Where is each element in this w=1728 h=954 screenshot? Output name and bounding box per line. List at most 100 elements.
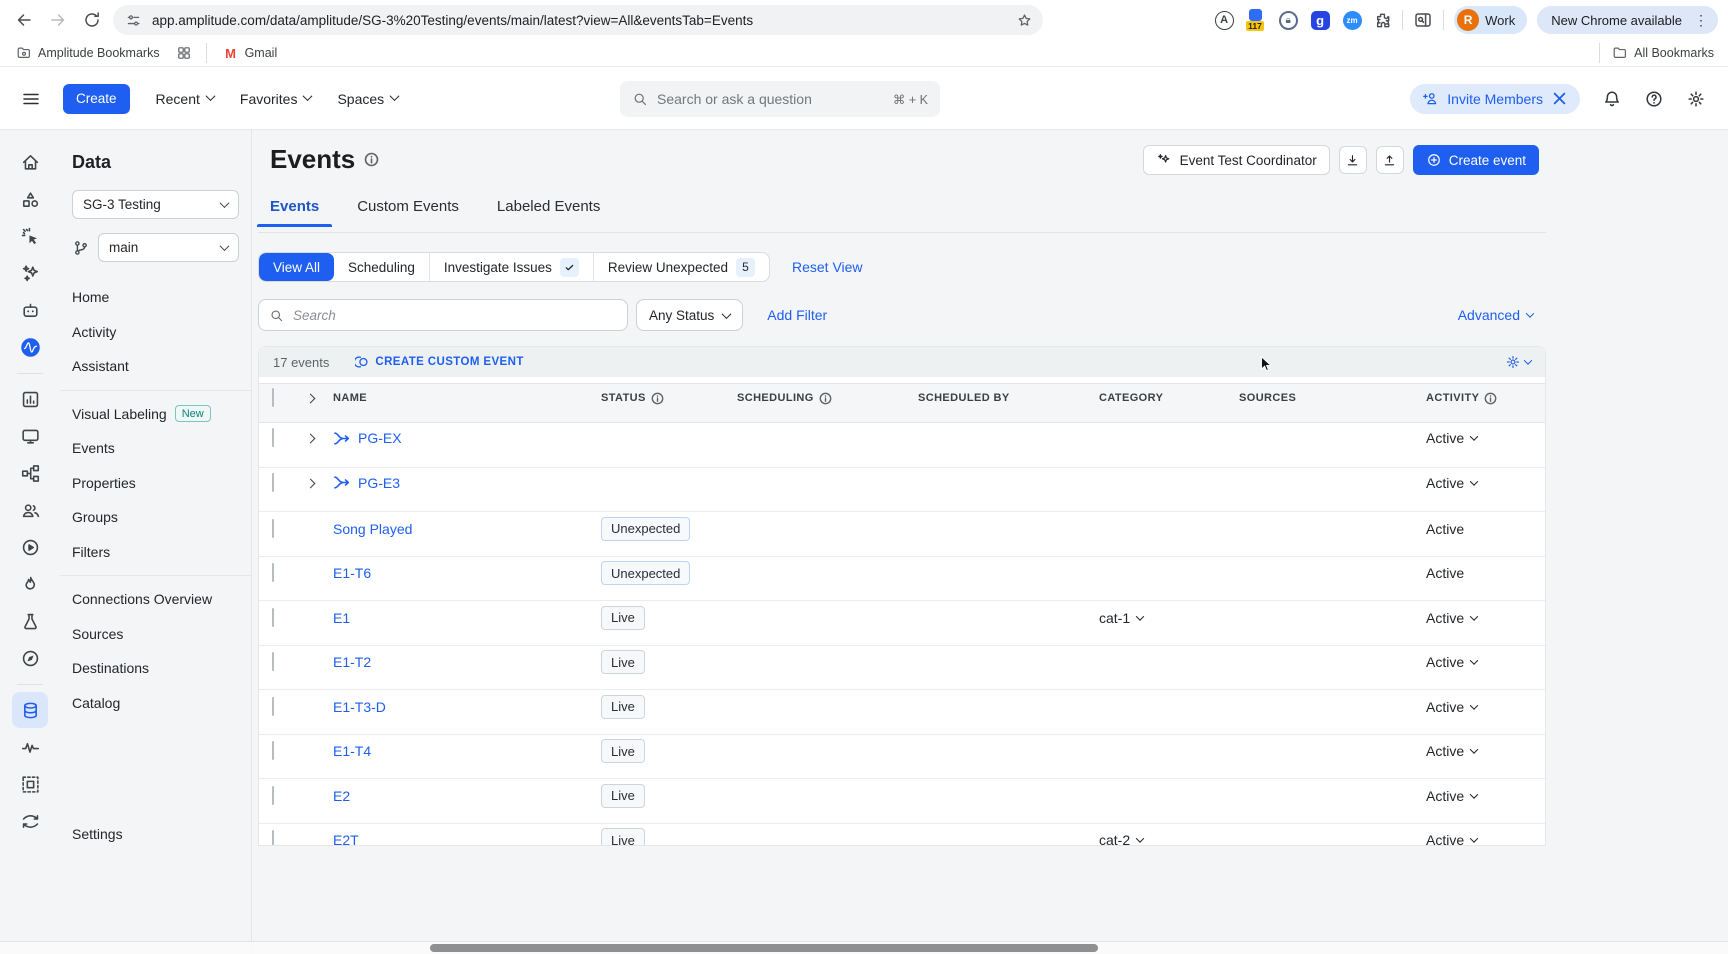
sidebar-item-visual-labeling[interactable]: Visual LabelingNew: [60, 397, 251, 432]
event-name-link[interactable]: E1-T2: [333, 654, 371, 670]
sidebar-item-sources[interactable]: Sources: [60, 617, 251, 652]
rail-item-play-circle[interactable]: [12, 529, 48, 565]
all-bookmarks-button[interactable]: All Bookmarks: [1612, 45, 1714, 61]
site-settings-icon[interactable]: [125, 12, 142, 29]
recent-menu[interactable]: Recent: [156, 91, 214, 107]
project-select[interactable]: SG-3 Testing: [72, 190, 239, 219]
spaces-menu[interactable]: Spaces: [337, 91, 398, 107]
row-checkbox[interactable]: [272, 473, 274, 492]
sidebar-item-activity[interactable]: Activity: [60, 315, 251, 350]
rail-item-compass[interactable]: [12, 640, 48, 676]
favorites-menu[interactable]: Favorites: [240, 91, 312, 107]
side-panel-icon[interactable]: [1413, 10, 1433, 30]
rail-item-amplitude-logo[interactable]: [12, 329, 48, 365]
bookmark-star-icon[interactable]: [1016, 12, 1033, 29]
activity-dropdown[interactable]: Active: [1426, 743, 1545, 759]
event-name-link[interactable]: E1: [333, 610, 350, 626]
sidebar-item-connections-overview[interactable]: Connections Overview: [60, 582, 251, 617]
event-test-coordinator-button[interactable]: Event Test Coordinator: [1143, 145, 1330, 175]
event-name-link[interactable]: E1-T3-D: [333, 699, 386, 715]
event-name-link[interactable]: E1-T6: [333, 565, 371, 581]
activity-dropdown[interactable]: Active: [1426, 430, 1545, 446]
activity-dropdown[interactable]: Active: [1426, 654, 1545, 670]
help-icon[interactable]: [1644, 89, 1664, 109]
rail-item-database[interactable]: [12, 692, 48, 728]
lock-extension-icon[interactable]: 🔒︎: [1277, 9, 1299, 31]
row-expander[interactable]: [307, 429, 321, 447]
row-checkbox[interactable]: [272, 563, 274, 582]
event-name-link[interactable]: E2T: [333, 832, 359, 846]
horizontal-scrollbar-track[interactable]: [0, 941, 1728, 954]
tab-labeled-events[interactable]: Labeled Events: [497, 198, 600, 227]
sidebar-item-events[interactable]: Events: [60, 431, 251, 466]
sidebar-item-catalog[interactable]: Catalog: [60, 686, 251, 721]
rail-item-flask[interactable]: [12, 603, 48, 639]
invite-members-button[interactable]: Invite Members: [1410, 84, 1580, 114]
hamburger-menu-icon[interactable]: [21, 89, 41, 109]
url-text[interactable]: app.amplitude.com/data/amplitude/SG-3%20…: [152, 13, 1016, 28]
rail-item-shuffle[interactable]: [12, 803, 48, 839]
create-event-button[interactable]: Create event: [1413, 145, 1539, 175]
reload-icon[interactable]: [82, 10, 102, 30]
password-manager-icon[interactable]: 117: [1245, 9, 1267, 31]
sidebar-item-settings[interactable]: Settings: [72, 826, 123, 842]
download-button[interactable]: [1339, 146, 1367, 174]
select-all-checkbox[interactable]: [272, 388, 274, 407]
column-header-category[interactable]: CATEGORY: [1099, 392, 1239, 404]
rail-item-flow[interactable]: [12, 455, 48, 491]
advanced-link[interactable]: Advanced: [1458, 307, 1533, 323]
create-button[interactable]: Create: [63, 84, 130, 114]
profile-chip[interactable]: R Work: [1454, 6, 1527, 34]
rail-item-users[interactable]: [12, 492, 48, 528]
extensions-puzzle-icon[interactable]: [1373, 11, 1392, 30]
event-name-link[interactable]: PG-EX: [358, 430, 402, 446]
column-header-scheduled-by[interactable]: SCHEDULED BY: [918, 392, 1099, 404]
forward-icon[interactable]: [48, 10, 68, 30]
add-filter-link[interactable]: Add Filter: [767, 307, 827, 323]
tab-custom-events[interactable]: Custom Events: [357, 198, 459, 227]
segment-scheduling[interactable]: Scheduling: [334, 253, 430, 281]
category-dropdown[interactable]: cat-1: [1099, 610, 1239, 626]
column-header-name[interactable]: NAME: [333, 392, 601, 404]
back-icon[interactable]: [14, 10, 34, 30]
grammarly-icon[interactable]: g: [1309, 9, 1331, 31]
notifications-bell-icon[interactable]: [1602, 89, 1622, 109]
activity-dropdown[interactable]: Active: [1426, 788, 1545, 804]
horizontal-scrollbar-thumb[interactable]: [430, 944, 1098, 952]
branch-select[interactable]: main: [98, 233, 239, 262]
rail-item-cursor-click[interactable]: [12, 218, 48, 254]
tab-events[interactable]: Events: [270, 198, 319, 227]
event-name-link[interactable]: E1-T4: [333, 743, 371, 759]
rail-item-monitor[interactable]: [12, 418, 48, 454]
column-header-status[interactable]: STATUS: [601, 392, 737, 405]
row-checkbox[interactable]: [272, 608, 274, 627]
bookmark-gmail[interactable]: M Gmail: [223, 45, 278, 61]
upload-button[interactable]: [1376, 146, 1404, 174]
rail-item-pulse[interactable]: [12, 729, 48, 765]
rail-item-flame[interactable]: [12, 566, 48, 602]
table-settings-button[interactable]: [1505, 354, 1531, 370]
sidebar-item-groups[interactable]: Groups: [60, 500, 251, 535]
table-search-input[interactable]: Search: [258, 299, 628, 331]
rail-item-dotted-square[interactable]: [12, 766, 48, 802]
row-checkbox[interactable]: [272, 428, 274, 447]
event-name-link[interactable]: E2: [333, 788, 350, 804]
row-checkbox[interactable]: [272, 652, 274, 671]
row-checkbox[interactable]: [272, 786, 274, 805]
activity-dropdown[interactable]: Active: [1426, 832, 1545, 846]
settings-gear-icon[interactable]: [1686, 89, 1706, 109]
info-icon[interactable]: [364, 152, 379, 167]
chrome-update-pill[interactable]: New Chrome available ⋮: [1537, 6, 1718, 34]
bookmark-folder-amplitude[interactable]: Amplitude Bookmarks: [16, 45, 160, 61]
rail-item-bar-chart[interactable]: [12, 381, 48, 417]
status-filter-dropdown[interactable]: Any Status: [636, 299, 743, 331]
sidebar-item-assistant[interactable]: Assistant: [60, 349, 251, 384]
column-header-sources[interactable]: SOURCES: [1239, 392, 1426, 404]
segment-investigate-issues[interactable]: Investigate Issues: [430, 253, 594, 281]
address-bar[interactable]: app.amplitude.com/data/amplitude/SG-3%20…: [113, 5, 1043, 35]
expand-all-chevron[interactable]: [307, 389, 321, 407]
zoom-icon[interactable]: zm: [1341, 9, 1363, 31]
activity-dropdown[interactable]: Active: [1426, 475, 1545, 491]
event-name-link[interactable]: Song Played: [333, 521, 412, 537]
segment-review-unexpected[interactable]: Review Unexpected5: [594, 253, 769, 281]
